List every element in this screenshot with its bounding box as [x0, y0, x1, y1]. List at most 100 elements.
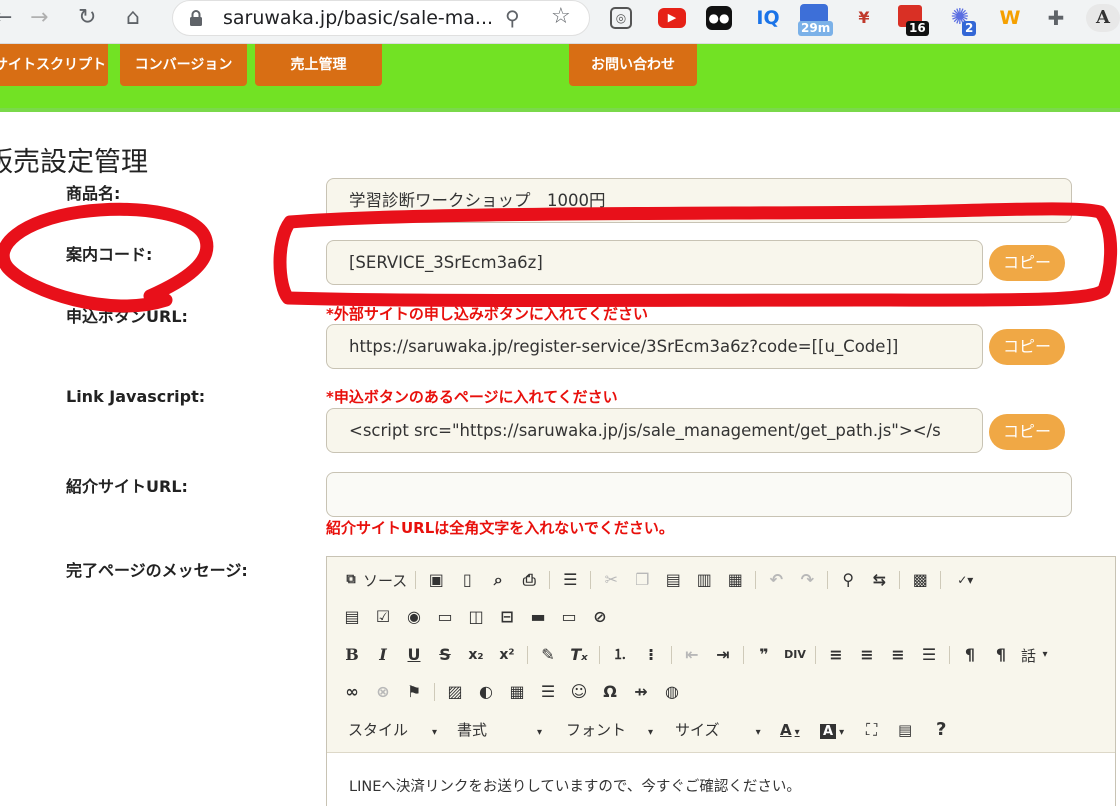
div-container-icon[interactable]: DIV [784, 644, 806, 666]
font-extension-icon[interactable]: A [1086, 4, 1120, 32]
cut-icon[interactable]: ✂ [600, 569, 622, 591]
copy-format-icon[interactable]: ✎ [537, 644, 559, 666]
iframe-icon[interactable]: ◍ [661, 681, 683, 703]
copy-icon[interactable]: ❐ [631, 569, 653, 591]
language-dropdown-icon[interactable]: ▾ [1040, 644, 1050, 666]
templates-icon[interactable]: ☰ [559, 569, 581, 591]
language-button[interactable]: 話 [1021, 645, 1036, 666]
strikethrough-icon[interactable]: S [434, 644, 456, 666]
help-icon[interactable]: ? [936, 718, 946, 742]
font-combo[interactable]: フォント ▾ [566, 718, 653, 742]
select-all-icon[interactable]: ▩ [909, 569, 931, 591]
radio-icon[interactable]: ◉ [403, 606, 425, 628]
home-icon[interactable]: ⌂ [126, 6, 140, 30]
button-icon[interactable]: ▬ [527, 606, 549, 628]
page-break-icon[interactable]: ⇸ [630, 681, 652, 703]
menu-contact[interactable]: お問い合わせ [569, 44, 697, 86]
maximize-icon[interactable]: ⛶ [866, 718, 877, 742]
align-right-icon[interactable]: ≡ [887, 644, 909, 666]
yen-extension-icon[interactable]: ¥ [850, 4, 878, 32]
indent-icon[interactable]: ⇥ [712, 644, 734, 666]
italic-icon[interactable]: I [372, 644, 394, 666]
hidden-field-icon[interactable]: ⊘ [589, 606, 611, 628]
paste-text-icon[interactable]: ▥ [693, 569, 715, 591]
text-field-icon[interactable]: ▭ [434, 606, 456, 628]
redo-icon[interactable]: ↷ [796, 569, 818, 591]
mask-extension-icon[interactable]: ●● [706, 6, 732, 30]
select-field-icon[interactable]: ⊟ [496, 606, 518, 628]
paste-word-icon[interactable]: ▦ [724, 569, 746, 591]
text-color-icon[interactable]: A ▾ [780, 718, 800, 742]
align-justify-icon[interactable]: ☰ [918, 644, 940, 666]
horizontal-rule-icon[interactable]: ☰ [537, 681, 559, 703]
ltr-icon[interactable]: ¶ [959, 644, 981, 666]
preview-icon[interactable]: ⌕ [487, 569, 509, 591]
youtube-extension-icon[interactable]: ▶ [658, 8, 686, 28]
editor-content[interactable]: LINEへ決済リンクをお送りしていますので、今すぐご確認ください。 [327, 752, 1115, 812]
reload-icon[interactable]: ↻ [78, 6, 96, 30]
format-combo[interactable]: 書式 ▾ [457, 718, 542, 742]
image-button-icon[interactable]: ▭ [558, 606, 580, 628]
forward-icon[interactable]: → [30, 6, 48, 30]
paste-icon[interactable]: ▤ [662, 569, 684, 591]
subscript-icon[interactable]: x₂ [465, 644, 487, 666]
menu-conversion[interactable]: コンバージョン [120, 44, 247, 86]
puzzle-extensions-icon[interactable]: ✚ [1042, 4, 1070, 32]
replace-icon[interactable]: ⇆ [868, 569, 890, 591]
outdent-icon[interactable]: ⇤ [681, 644, 703, 666]
style-combo[interactable]: スタイル ▾ [348, 718, 437, 742]
address-bar[interactable]: saruwaka.jp/basic/sale-ma... ⚲ ☆ [172, 0, 590, 36]
superscript-icon[interactable]: x² [496, 644, 518, 666]
checkbox-icon[interactable]: ☑ [372, 606, 394, 628]
w-extension-icon[interactable]: W [996, 4, 1024, 32]
intro-url-field[interactable] [326, 472, 1072, 517]
image-icon[interactable]: ▨ [444, 681, 466, 703]
link-js-field[interactable]: <script src="https://saruwaka.jp/js/sale… [326, 408, 983, 453]
iq-extension-icon[interactable]: IQ [754, 4, 782, 32]
spellcheck-icon[interactable]: ✓▾ [950, 569, 980, 591]
new-page-icon[interactable]: ▯ [456, 569, 478, 591]
table-icon[interactable]: ▦ [506, 681, 528, 703]
link-icon[interactable]: ∞ [341, 681, 363, 703]
guide-code-field[interactable]: [SERVICE_3SrEcm3a6z] [326, 240, 983, 285]
size-combo[interactable]: サイズ ▾ [675, 718, 761, 742]
apply-url-field[interactable]: https://saruwaka.jp/register-service/3Sr… [326, 324, 983, 369]
copy-guide-code-button[interactable]: コピー [989, 245, 1065, 281]
save-icon[interactable]: ▣ [425, 569, 447, 591]
find-icon[interactable]: ⚲ [837, 569, 859, 591]
address-url[interactable]: saruwaka.jp/basic/sale-ma... [223, 7, 493, 29]
menu-site-script[interactable]: サイトスクリプト [0, 44, 108, 86]
back-icon[interactable]: ← [0, 6, 12, 30]
smiley-icon[interactable]: ☺ [568, 681, 590, 703]
flash-icon[interactable]: ◐ [475, 681, 497, 703]
print-icon[interactable]: ⎙ [518, 569, 540, 591]
align-center-icon[interactable]: ≡ [856, 644, 878, 666]
link-js-note: *申込ボタンのあるページに入れてください [326, 388, 618, 406]
source-button[interactable]: ソース [363, 570, 407, 591]
textarea-icon[interactable]: ◫ [465, 606, 487, 628]
remove-format-icon[interactable]: Tₓ [568, 644, 590, 666]
zoom-icon[interactable]: ⚲ [505, 6, 520, 30]
intro-url-note: 紹介サイトURLは全角文字を入れないでください。 [326, 519, 674, 537]
source-icon[interactable]: ⧉ [343, 569, 359, 591]
product-name-field[interactable]: 学習診断ワークショップ 1000円 [326, 178, 1072, 223]
copy-link-js-button[interactable]: コピー [989, 414, 1065, 450]
rtl-icon[interactable]: ¶ [990, 644, 1012, 666]
special-char-icon[interactable]: Ω [599, 681, 621, 703]
blockquote-icon[interactable]: ❞ [753, 644, 775, 666]
bookmark-star-icon[interactable]: ☆ [551, 4, 571, 29]
align-left-icon[interactable]: ≡ [825, 644, 847, 666]
screenshot-extension-icon[interactable]: ◎ [610, 7, 632, 29]
unlink-icon[interactable]: ⊗ [372, 681, 394, 703]
anchor-flag-icon[interactable]: ⚑ [403, 681, 425, 703]
copy-apply-url-button[interactable]: コピー [989, 329, 1065, 365]
underline-icon[interactable]: U [403, 644, 425, 666]
show-blocks-icon[interactable]: ▤ [898, 718, 912, 742]
bulleted-list-icon[interactable]: ⁝ [640, 644, 662, 666]
numbered-list-icon[interactable]: ⒈ [609, 644, 631, 666]
bg-color-icon[interactable]: A ▾ [820, 718, 844, 742]
bold-icon[interactable]: B [341, 644, 363, 666]
menu-sales[interactable]: 売上管理 [255, 44, 382, 86]
undo-icon[interactable]: ↶ [765, 569, 787, 591]
form-icon[interactable]: ▤ [341, 606, 363, 628]
